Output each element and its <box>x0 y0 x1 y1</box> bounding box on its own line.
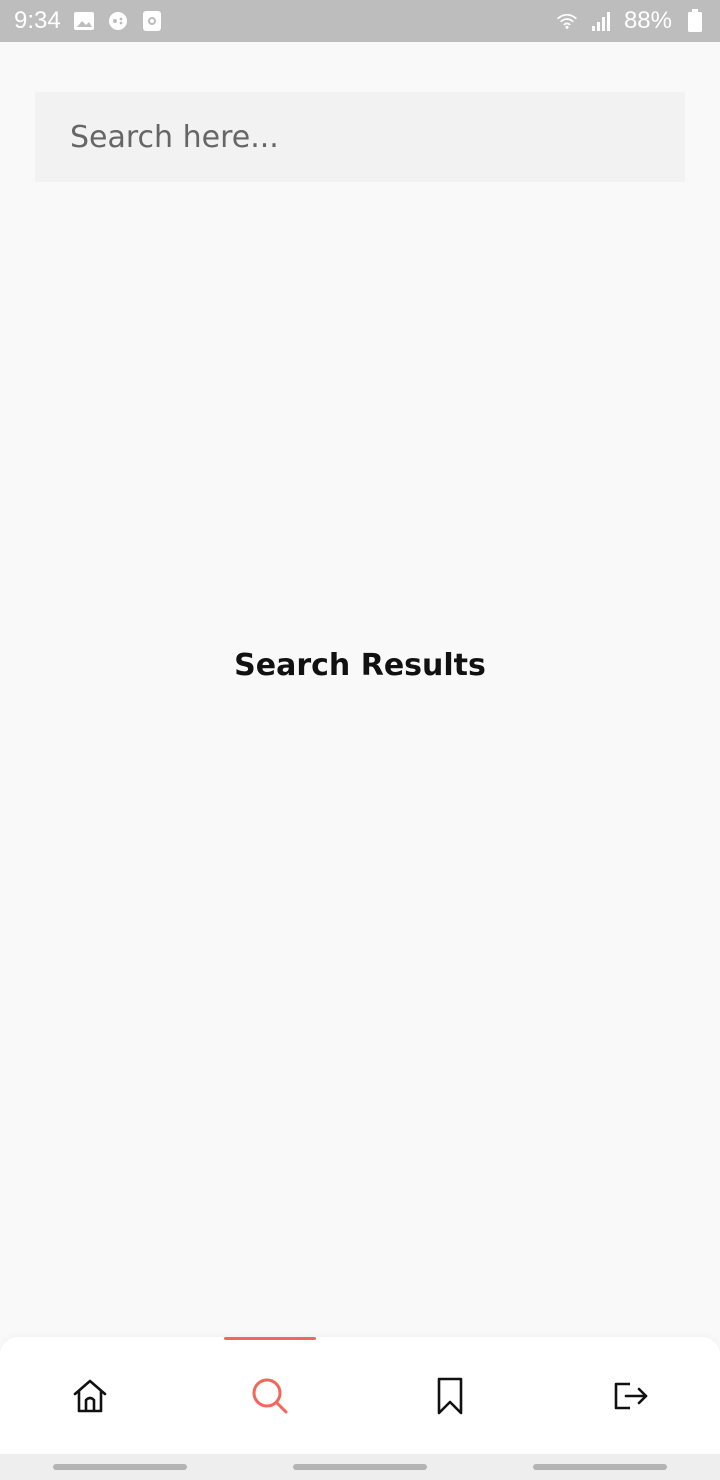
results-title: Search Results <box>234 648 486 683</box>
wifi-icon <box>556 10 578 32</box>
bottom-nav <box>0 1337 720 1454</box>
gesture-pill-right[interactable] <box>533 1464 667 1470</box>
status-left: 9:34 <box>14 9 163 33</box>
status-bar: 9:34 88% <box>0 0 720 42</box>
status-right: 88% <box>556 9 706 33</box>
gesture-bar <box>0 1454 720 1480</box>
status-time: 9:34 <box>14 7 61 34</box>
nav-bookmarks[interactable] <box>360 1337 540 1454</box>
nav-search[interactable] <box>180 1337 360 1454</box>
signal-icon <box>590 10 612 32</box>
nav-home[interactable] <box>0 1337 180 1454</box>
image-icon <box>73 10 95 32</box>
gesture-pill-center[interactable] <box>293 1464 427 1470</box>
search-icon <box>250 1376 290 1416</box>
battery-icon <box>684 9 706 32</box>
logout-icon <box>610 1376 650 1416</box>
search-input[interactable] <box>35 92 685 182</box>
gesture-pill-left[interactable] <box>53 1464 187 1470</box>
battery-percent: 88% <box>623 7 672 34</box>
home-icon <box>70 1376 110 1416</box>
screen-record-icon <box>141 10 163 32</box>
nav-logout[interactable] <box>540 1337 720 1454</box>
bookmark-icon <box>430 1376 470 1416</box>
game-controller-icon <box>107 10 129 32</box>
